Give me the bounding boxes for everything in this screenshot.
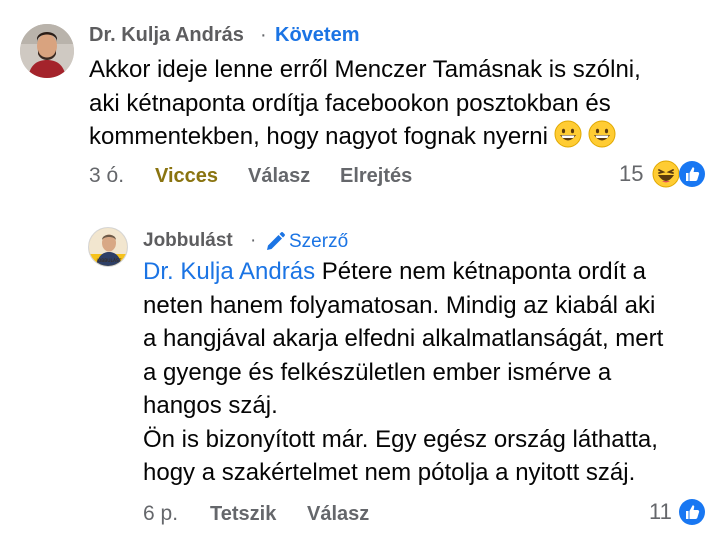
reply-line: Ön is bizonyított már. Egy egész ország … — [143, 425, 658, 453]
hide-button[interactable]: Elrejtés — [340, 165, 412, 188]
grinning-face-emoji-icon — [588, 120, 616, 148]
reply-line-text: Pétere nem kétnaponta ordít a — [315, 258, 646, 285]
mention-link[interactable]: Dr. Kulja András — [143, 258, 315, 285]
comment-line-text: kommentekben, hogy nagyot fognak nyerni — [89, 123, 548, 150]
comment-line: kommentekben, hogy nagyot fognak nyerni — [89, 120, 641, 154]
profile-photo: JOBBULÁST — [89, 228, 127, 266]
reply-button[interactable]: Válasz — [248, 165, 310, 188]
like-icon — [679, 499, 705, 525]
separator-dot: · — [250, 230, 257, 251]
like-button[interactable]: Tetszik — [210, 503, 276, 526]
profile-photo — [20, 24, 74, 78]
avatar-logo-text: JOBBULÁST — [95, 257, 121, 264]
reaction-count[interactable]: 15 — [619, 161, 643, 187]
comment-timestamp[interactable]: 3 ó. — [89, 164, 124, 188]
comment-line: Akkor ideje lenne erről Menczer Tamásnak… — [89, 56, 641, 83]
pencil-icon — [267, 232, 285, 250]
like-icon — [679, 161, 705, 187]
reply-line: a gyenge és felkészületlen ember ismérve… — [143, 358, 612, 386]
reply-timestamp[interactable]: 6 p. — [143, 502, 178, 526]
comment-line: aki kétnaponta ordítja facebookon poszto… — [89, 89, 611, 117]
laughing-emoji-icon — [652, 160, 680, 188]
reply-line: neten hanem folyamatosan. Mindig az kiab… — [143, 291, 656, 319]
reply-line: a hangjával akarja elfedni alkalmatlansá… — [143, 325, 664, 352]
comment-text: Akkor ideje lenne erről Menczer Tamásnak… — [89, 53, 641, 154]
reply-author-name[interactable]: Jobbulást — [143, 230, 233, 252]
reply-line: hangos száj. — [143, 392, 278, 419]
reaction-button-haha[interactable]: Vicces — [155, 165, 218, 188]
separator-dot: · — [260, 24, 267, 46]
follow-button[interactable]: Követem — [275, 24, 359, 47]
grinning-face-emoji-icon — [554, 120, 582, 148]
reply-text: Dr. Kulja András Pétere nem kétnaponta o… — [143, 255, 663, 490]
comment-author-name[interactable]: Dr. Kulja András — [89, 24, 244, 47]
reaction-count[interactable]: 11 — [649, 499, 672, 525]
author-avatar[interactable]: JOBBULÁST — [88, 227, 128, 267]
reply-line: Dr. Kulja András Pétere nem kétnaponta o… — [143, 255, 663, 289]
reply-line: hogy a szakértelmet nem pótolja a nyitot… — [143, 459, 636, 486]
author-badge: Szerző — [289, 231, 349, 252]
reply-button[interactable]: Válasz — [307, 503, 369, 526]
avatar[interactable] — [20, 24, 74, 78]
